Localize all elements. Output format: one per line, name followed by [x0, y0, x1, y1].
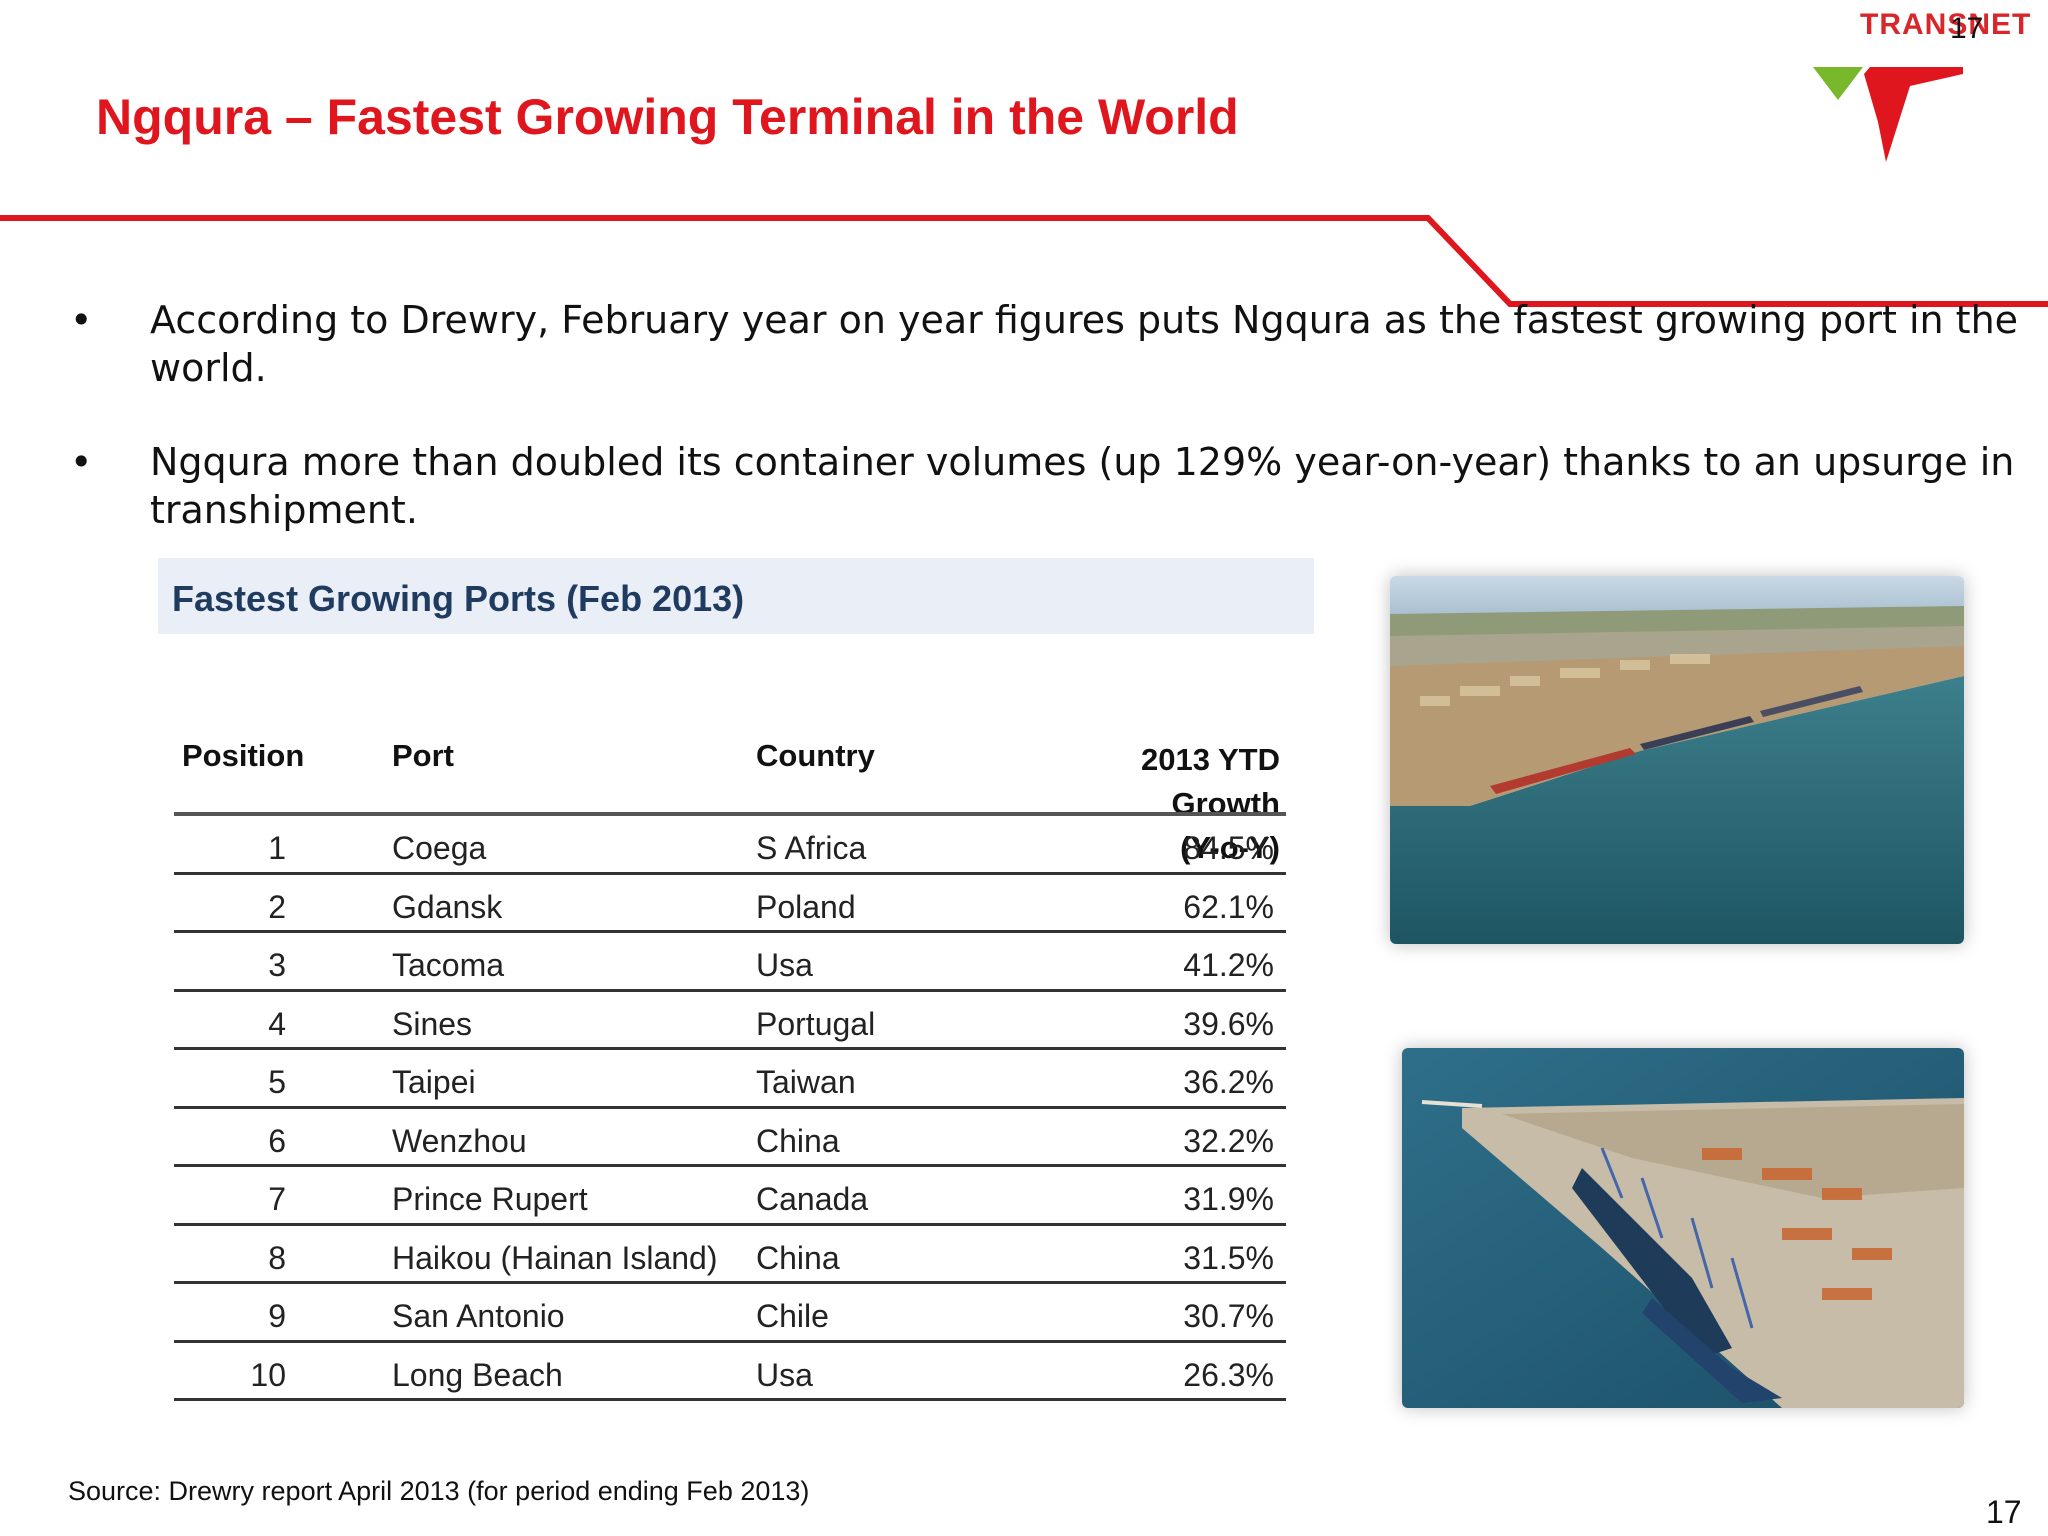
cell-port: Prince Rupert [392, 1181, 588, 1217]
cell-position: 6 [268, 1122, 286, 1159]
table-title: Fastest Growing Ports (Feb 2013) [158, 558, 1314, 634]
port-aerial-photo-2 [1402, 1048, 1964, 1408]
bullet-list: • According to Drewry, February year on … [70, 296, 2030, 580]
cell-port: Haikou (Hainan Island) [392, 1239, 718, 1276]
cell-port: Sines [392, 1005, 473, 1042]
table-row: 3 Tacoma Usa 41.2% [174, 933, 1286, 992]
bullet-text: According to Drewry, February year on ye… [150, 298, 2019, 390]
bullet-item: • Ngqura more than doubled its container… [70, 438, 2030, 534]
cell-growth: 39.6% [1183, 1005, 1274, 1042]
cell-growth: 32.2% [1183, 1122, 1274, 1159]
table-row: 4 Sines Portugal 39.6% [174, 992, 1286, 1050]
cell-position: 8 [268, 1239, 286, 1276]
column-header-country: Country [756, 738, 875, 773]
page-number-top: 17 [1950, 12, 1984, 45]
cell-position: 7 [268, 1181, 286, 1217]
cell-growth: 31.9% [1183, 1181, 1274, 1217]
cell-country: China [756, 1122, 840, 1159]
cell-port: Tacoma [392, 947, 505, 983]
cell-country: S Africa [756, 830, 867, 866]
table-column-headers: Position Port Country 2013 YTD Growth (Y… [158, 634, 1314, 865]
cell-port: Wenzhou [392, 1122, 527, 1159]
cell-port: San Antonio [392, 1298, 565, 1334]
cell-position: 4 [268, 1005, 286, 1042]
table-body: 1 Coega S Africa 84.5% 2 Gdansk Poland 62.1% 3… [174, 812, 1286, 1401]
bullet-marker: • [70, 298, 93, 342]
cell-growth: 26.3% [1183, 1356, 1274, 1393]
cell-country: Chile [756, 1298, 829, 1334]
column-header-port: Port [392, 738, 454, 773]
table-row: 10 Long Beach Usa 26.3% [174, 1343, 1286, 1401]
cell-country: Canada [756, 1181, 869, 1217]
cell-growth: 36.2% [1183, 1064, 1274, 1100]
table-row: 1 Coega S Africa 84.5% [174, 816, 1286, 875]
cell-country: Taiwan [756, 1064, 856, 1100]
table-row: 8 Haikou (Hainan Island) China 31.5% [174, 1226, 1286, 1284]
cell-position: 3 [268, 947, 286, 983]
cell-port: Gdansk [392, 888, 503, 925]
page-number: 17 [1986, 1494, 2022, 1530]
cell-country: Portugal [756, 1005, 876, 1042]
cell-position: 2 [268, 888, 286, 925]
bullet-item: • According to Drewry, February year on … [70, 296, 2030, 392]
transnet-logo-icon [1813, 67, 1963, 162]
cell-growth: 41.2% [1183, 947, 1274, 983]
cell-position: 5 [268, 1064, 286, 1100]
table-row: 2 Gdansk Poland 62.1% [174, 875, 1286, 933]
cell-port: Long Beach [392, 1356, 563, 1393]
growth-header-line: 2013 YTD [1140, 742, 1280, 777]
cell-country: Usa [756, 947, 813, 983]
page-title: Ngqura – Fastest Growing Terminal in the… [96, 89, 1239, 145]
table-row: 7 Prince Rupert Canada 31.9% [174, 1167, 1286, 1226]
cell-country: China [756, 1239, 840, 1276]
cell-position: 1 [268, 830, 286, 866]
table-row: 6 Wenzhou China 32.2% [174, 1109, 1286, 1167]
cell-growth: 30.7% [1183, 1298, 1274, 1334]
cell-position: 10 [250, 1356, 286, 1393]
cell-country: Poland [756, 888, 856, 925]
table-row: 5 Taipei Taiwan 36.2% [174, 1050, 1286, 1109]
cell-position: 9 [268, 1298, 286, 1334]
cell-port: Taipei [392, 1064, 476, 1100]
ports-table: Fastest Growing Ports (Feb 2013) Positio… [158, 558, 1314, 1401]
port-aerial-photo-1 [1390, 576, 1964, 944]
bullet-marker: • [70, 440, 93, 484]
brand-wordmark: TRANSNET [1860, 8, 2032, 41]
column-header-position: Position [182, 738, 305, 773]
cell-port: Coega [392, 830, 487, 866]
cell-growth: 84.5% [1183, 830, 1274, 866]
bullet-text: Ngqura more than doubled its container v… [150, 440, 2015, 532]
cell-growth: 31.5% [1183, 1239, 1274, 1276]
cell-growth: 62.1% [1183, 888, 1274, 925]
cell-country: Usa [756, 1356, 813, 1393]
table-row: 9 San Antonio Chile 30.7% [174, 1284, 1286, 1343]
source-note: Source: Drewry report April 2013 (for pe… [68, 1476, 810, 1506]
